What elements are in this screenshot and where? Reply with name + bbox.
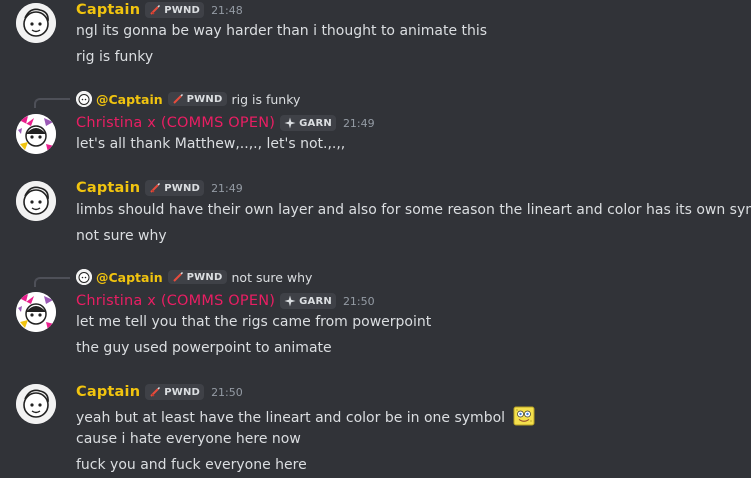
reply-username[interactable]: @Captain bbox=[96, 270, 163, 285]
reply-avatar bbox=[76, 269, 92, 285]
reply-text: not sure why bbox=[231, 269, 313, 285]
sword-icon bbox=[172, 93, 183, 104]
server-tag[interactable]: GARN bbox=[280, 115, 336, 131]
message-text: yeah but at least have the lineart and c… bbox=[76, 410, 506, 426]
message-header: Christina x (COMMS OPEN) GARN 21:50 bbox=[76, 291, 375, 311]
reply-text: rig is funky bbox=[231, 91, 301, 107]
reply-spine bbox=[34, 277, 70, 287]
message-line: not sure why bbox=[76, 228, 167, 244]
sparkle-icon bbox=[284, 295, 296, 307]
reply-avatar bbox=[76, 91, 92, 107]
message-header: Captain PWND 21:48 bbox=[76, 0, 243, 20]
captain-avatar[interactable] bbox=[16, 181, 56, 221]
reply-server-tag: PWND bbox=[167, 92, 227, 106]
message-line: the guy used powerpoint to animate bbox=[76, 340, 332, 356]
sparkle-icon bbox=[284, 117, 296, 129]
reply-server-tag: PWND bbox=[167, 270, 227, 284]
server-tag[interactable]: GARN bbox=[280, 293, 336, 309]
reply-preview[interactable]: @Captain PWND rig is funky bbox=[76, 90, 300, 108]
username[interactable]: Christina x (COMMS OPEN) bbox=[76, 115, 275, 131]
server-tag-label: GARN bbox=[299, 295, 332, 307]
message-line: cause i hate everyone here now bbox=[76, 431, 301, 447]
christina-avatar[interactable] bbox=[16, 114, 56, 154]
timestamp: 21:48 bbox=[211, 3, 243, 17]
server-tag-label: GARN bbox=[299, 117, 332, 129]
server-tag[interactable]: PWND bbox=[145, 2, 205, 18]
sword-icon bbox=[172, 271, 183, 282]
sword-icon bbox=[150, 182, 161, 193]
username[interactable]: Captain bbox=[76, 384, 140, 400]
message-line: limbs should have their own layer and al… bbox=[76, 202, 751, 218]
message-line: let's all thank Matthew,..,., let's not.… bbox=[76, 136, 346, 152]
message-line: yeah but at least have the lineart and c… bbox=[76, 405, 535, 427]
timestamp: 21:50 bbox=[342, 294, 375, 308]
message-line: let me tell you that the rigs came from … bbox=[76, 314, 432, 330]
timestamp: 21:50 bbox=[211, 385, 243, 399]
server-tag-label: PWND bbox=[164, 4, 201, 16]
sword-icon bbox=[150, 4, 161, 15]
reply-preview[interactable]: @Captain PWND not sure why bbox=[76, 268, 312, 286]
captain-avatar[interactable] bbox=[16, 384, 56, 424]
username[interactable]: Christina x (COMMS OPEN) bbox=[76, 293, 275, 309]
message-line: fuck you and fuck everyone here bbox=[76, 457, 307, 473]
username[interactable]: Captain bbox=[76, 2, 140, 18]
server-tag[interactable]: PWND bbox=[145, 180, 205, 196]
username[interactable]: Captain bbox=[76, 180, 140, 196]
spongebob-emoji[interactable] bbox=[513, 405, 535, 427]
reply-username[interactable]: @Captain bbox=[96, 92, 163, 107]
message-line: rig is funky bbox=[76, 49, 154, 65]
christina-avatar[interactable] bbox=[16, 292, 56, 332]
reply-spine bbox=[34, 98, 70, 108]
sword-icon bbox=[150, 386, 161, 397]
captain-avatar[interactable] bbox=[16, 3, 56, 43]
timestamp: 21:49 bbox=[211, 181, 243, 195]
server-tag-label: PWND bbox=[164, 386, 201, 398]
message-line: ngl its gonna be way harder than i thoug… bbox=[76, 23, 488, 39]
reply-server-tag-label: PWND bbox=[186, 93, 223, 105]
message-header: Captain PWND 21:49 bbox=[76, 178, 243, 198]
reply-server-tag-label: PWND bbox=[186, 271, 223, 283]
server-tag[interactable]: PWND bbox=[145, 384, 205, 400]
message-header: Captain PWND 21:50 bbox=[76, 382, 243, 402]
message-header: Christina x (COMMS OPEN) GARN 21:49 bbox=[76, 113, 375, 133]
chat-messages: Captain PWND 21:48 ngl its gonna be way … bbox=[0, 0, 751, 478]
timestamp: 21:49 bbox=[342, 116, 375, 130]
server-tag-label: PWND bbox=[164, 182, 201, 194]
